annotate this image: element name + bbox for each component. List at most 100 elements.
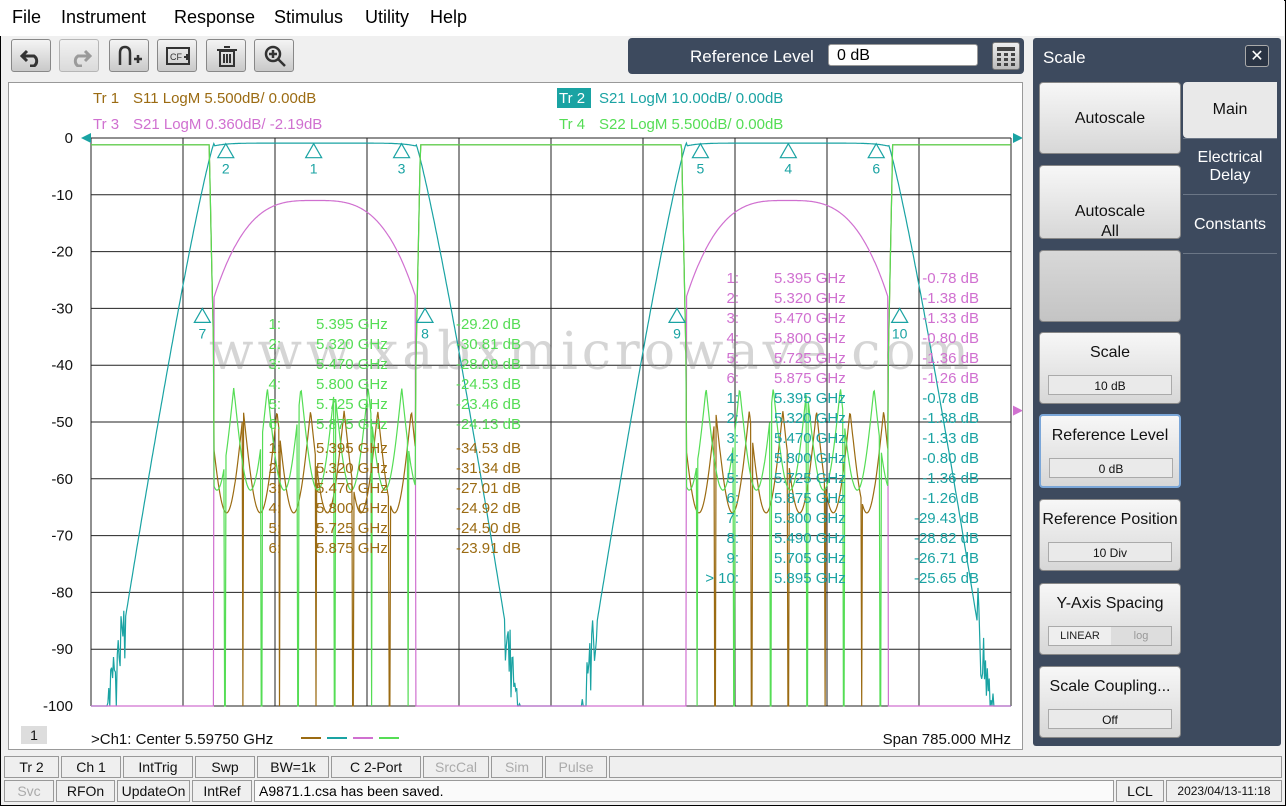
marker-row-freq: 5.875 GHz — [774, 370, 846, 387]
marker-row-index: 1: — [726, 390, 739, 407]
menu-response[interactable]: Response — [174, 7, 255, 28]
marker-row-value: -28.82 dB — [914, 530, 979, 547]
ref-arrow-left — [81, 133, 91, 143]
marker-row-freq: 5.725 GHz — [774, 350, 846, 367]
reference-level-softkey-label: Reference Level — [1051, 427, 1169, 444]
zoom-button[interactable] — [254, 39, 294, 72]
reference-position-label: Reference Position — [1042, 511, 1178, 528]
marker-row-value: -31.34 dB — [456, 460, 521, 477]
status-trigger[interactable]: IntTrig — [123, 756, 193, 778]
menu-help[interactable]: Help — [430, 7, 467, 28]
autoscale-all-button[interactable]: Autoscale All — [1039, 165, 1181, 240]
undo-button[interactable] — [11, 39, 51, 72]
y-axis-spacing-button[interactable]: Y-Axis Spacing LINEAR log — [1039, 583, 1181, 655]
trace-legend: Tr 1 S11 LogM 5.500dB/ 0.00dB Tr 2 S21 LogM… — [93, 88, 783, 133]
status-pulse[interactable]: Pulse — [545, 756, 607, 778]
chart-footer: 1 >Ch1: Center 5.59750 GHz Span 785.000 MH… — [21, 726, 1011, 748]
marker-row-index: 6: — [726, 490, 739, 507]
marker-row-value: -1.26 dB — [922, 490, 979, 507]
y-axis-spacing-toggle[interactable]: LINEAR log — [1048, 626, 1172, 646]
log-option[interactable]: log — [1111, 627, 1171, 645]
status-update[interactable]: UpdateOn — [117, 780, 190, 802]
marker-row-value: -0.80 dB — [922, 330, 979, 347]
marker-row-freq: 5.470 GHz — [774, 310, 846, 327]
status-trace[interactable]: Tr 2 — [4, 756, 59, 778]
redo-button[interactable] — [59, 39, 99, 72]
scale-value[interactable]: 10 dB — [1048, 375, 1172, 395]
marker-row-index: 2: — [268, 460, 281, 477]
y-tick-label: -10 — [51, 187, 73, 204]
autoscale-label: Autoscale — [1074, 110, 1146, 127]
y-tick-label: -40 — [51, 357, 73, 374]
blank-softkey[interactable] — [1039, 250, 1181, 322]
delete-button[interactable] — [206, 39, 246, 72]
s21-marker-number: 9 — [673, 325, 681, 341]
marker-row-freq: 5.800 GHz — [316, 500, 388, 517]
scale-button[interactable]: Scale 10 dB — [1039, 332, 1181, 404]
status-lcl: LCL — [1116, 780, 1164, 802]
reference-position-button[interactable]: Reference Position 10 Div — [1039, 499, 1181, 571]
autoscale-all-label: Autoscale All — [1074, 203, 1146, 240]
reference-position-value[interactable]: 10 Div — [1048, 542, 1172, 562]
s21-marker-number: 1 — [310, 161, 318, 177]
cal-button[interactable]: CF — [157, 39, 197, 72]
marker-row-freq: 5.320 GHz — [774, 290, 846, 307]
center-frequency-label: >Ch1: Center 5.59750 GHz — [91, 731, 273, 748]
marker-row-index: 5: — [726, 350, 739, 367]
marker-row-index: 2: — [726, 290, 739, 307]
status-message: A9871.1.csa has been saved. — [254, 780, 1114, 802]
marker-row-freq: 5.395 GHz — [316, 316, 388, 333]
menu-utility[interactable]: Utility — [365, 7, 409, 28]
scale-coupling-label: Scale Coupling... — [1049, 678, 1171, 695]
status-intref[interactable]: IntRef — [192, 780, 252, 802]
reference-level-bar: Reference Level 0 dB — [628, 38, 1024, 74]
menu-stimulus[interactable]: Stimulus — [274, 7, 343, 28]
reference-level-input[interactable]: 0 dB — [828, 44, 978, 66]
delete-icon — [217, 46, 237, 67]
reference-level-value[interactable]: 0 dB — [1049, 458, 1173, 478]
status-srccal[interactable]: SrcCal — [423, 756, 489, 778]
legend-trace-desc: S21 LogM 0.360dB/ -2.19dB — [133, 116, 322, 133]
marker-tables: 1: 5.395 GHz -29.20 dB 2: 5.320 GHz -30.81 dB… — [268, 270, 979, 587]
marker-row-freq: 5.395 GHz — [774, 390, 846, 407]
scale-coupling-value[interactable]: Off — [1048, 709, 1172, 729]
reference-level-button[interactable]: Reference Level 0 dB — [1039, 414, 1181, 488]
marker-row-index: 2: — [726, 410, 739, 427]
s21-marker-triangle — [193, 307, 212, 323]
tab-main[interactable]: Main — [1183, 82, 1277, 138]
marker-row-index: 1: — [726, 270, 739, 287]
marker-row-index: 5: — [268, 396, 281, 413]
measurement-chart[interactable]: 0 -10 -20 -30 -40 -50 -60 -70 -80 -90 -100 www.xab… — [8, 82, 1023, 750]
status-svc[interactable]: Svc — [4, 780, 54, 802]
menu-instrument[interactable]: Instrument — [61, 7, 146, 28]
marker-row-value: -26.71 dB — [914, 550, 979, 567]
status-channel[interactable]: Ch 1 — [61, 756, 121, 778]
menu-file[interactable]: File — [12, 7, 41, 28]
s21-marker-triangle — [691, 142, 710, 159]
status-bandwidth[interactable]: BW=1k — [257, 756, 329, 778]
autoscale-button[interactable]: Autoscale — [1039, 82, 1181, 154]
status-sweep[interactable]: Swp — [195, 756, 255, 778]
s21-marker-triangle — [890, 307, 909, 323]
scale-coupling-button[interactable]: Scale Coupling... Off — [1039, 666, 1181, 738]
marker-row-freq: 5.725 GHz — [774, 470, 846, 487]
s21-marker-triangle — [667, 307, 687, 323]
y-tick-label: -100 — [43, 698, 73, 715]
status-rfon[interactable]: RFOn — [56, 780, 115, 802]
marker-row-value: -1.38 dB — [922, 290, 979, 307]
marker-row-index: 3: — [726, 430, 739, 447]
marker-row-value: -34.53 dB — [456, 440, 521, 457]
keypad-button[interactable] — [992, 42, 1020, 70]
status-calibration[interactable]: C 2-Port — [331, 756, 421, 778]
add-marker-button[interactable] — [109, 39, 149, 72]
marker-row-index: 1: — [268, 440, 281, 457]
status-clock: 2023/04/13-11:18 — [1166, 780, 1282, 802]
tab-electrical-delay[interactable]: Electrical Delay — [1183, 138, 1277, 194]
tab-constants[interactable]: Constants — [1183, 194, 1277, 254]
close-icon[interactable]: ✕ — [1245, 45, 1269, 67]
status-sim[interactable]: Sim — [491, 756, 543, 778]
marker-row-freq: 5.470 GHz — [774, 430, 846, 447]
linear-option[interactable]: LINEAR — [1049, 627, 1111, 645]
s21-marker-number: 10 — [892, 325, 908, 341]
marker-row-freq: 5.875 GHz — [316, 540, 388, 557]
